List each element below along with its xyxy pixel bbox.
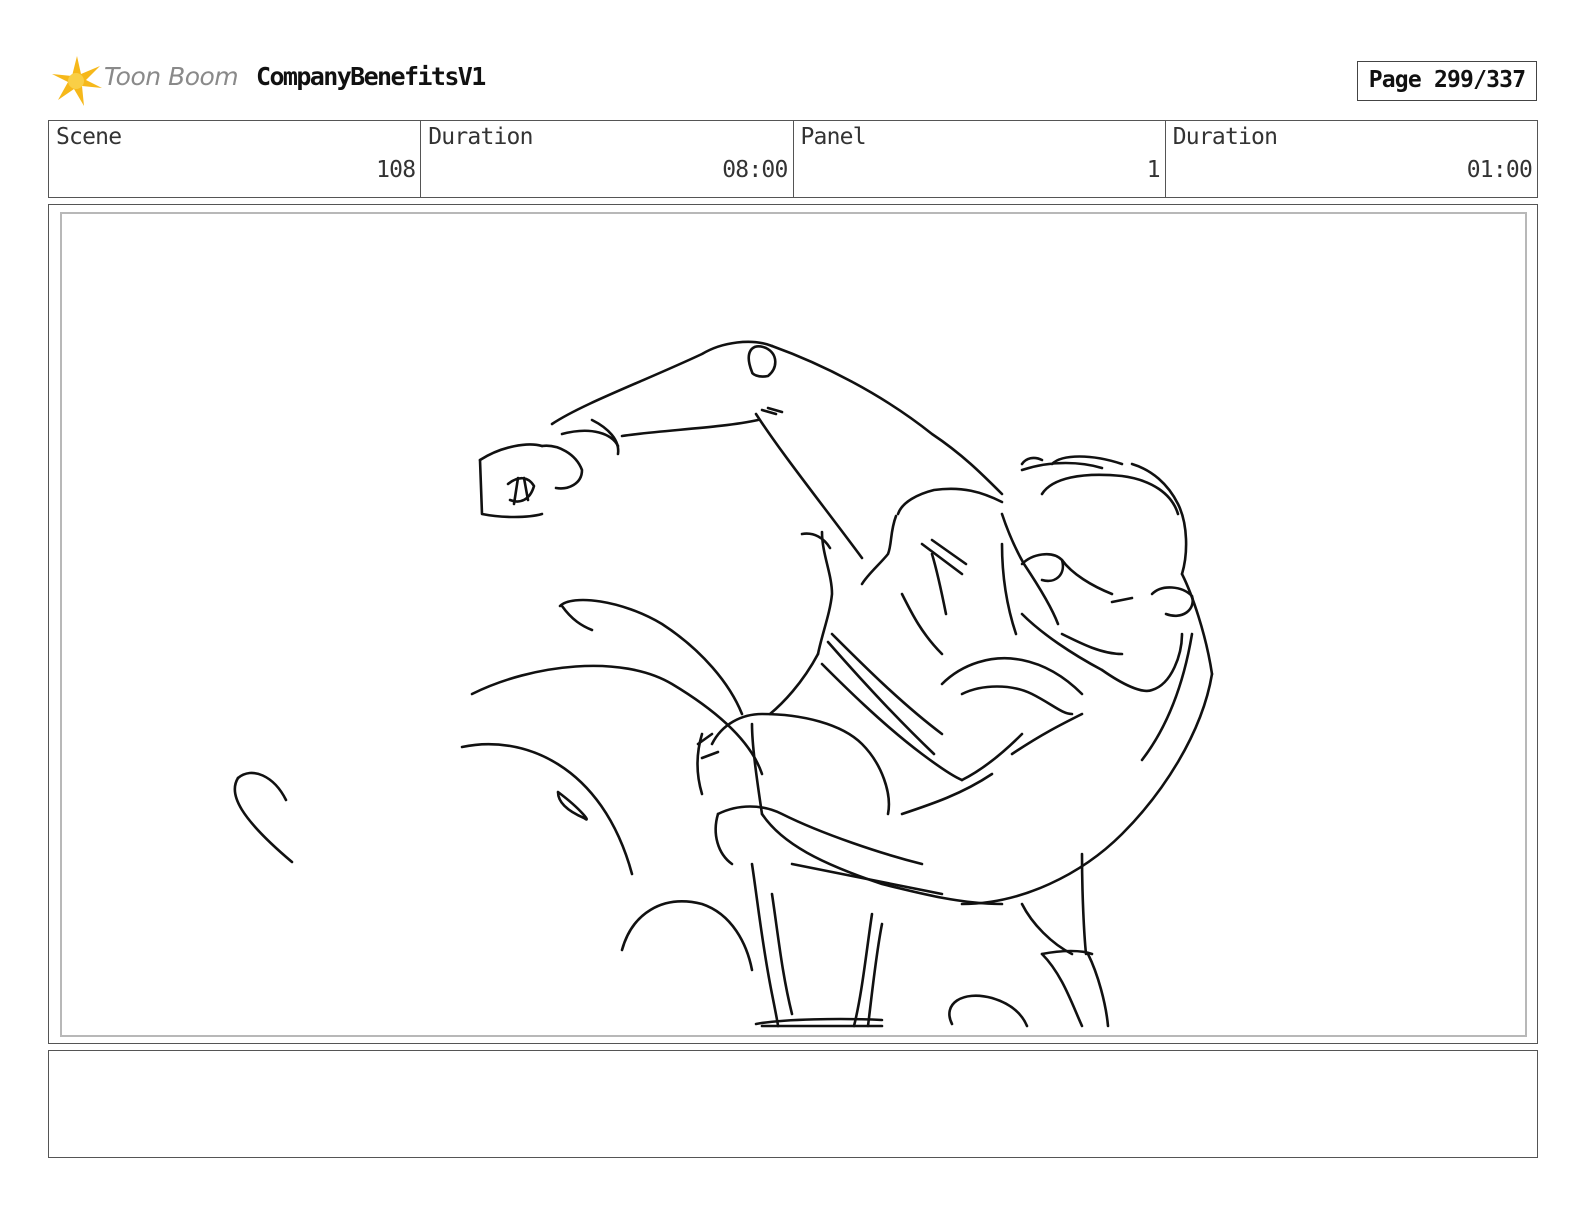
starburst-icon bbox=[52, 56, 102, 106]
scene-info-table: Scene 108 Duration 08:00 Panel 1 Duratio… bbox=[48, 120, 1538, 198]
scene-cell: Scene 108 bbox=[49, 121, 422, 197]
panel-duration-value: 01:00 bbox=[1466, 157, 1533, 183]
panel-duration-cell: Duration 01:00 bbox=[1166, 121, 1537, 197]
scene-duration-cell: Duration 08:00 bbox=[421, 121, 794, 197]
notes-area bbox=[48, 1050, 1538, 1158]
panel-duration-label: Duration bbox=[1172, 124, 1278, 150]
storyboard-sketch bbox=[60, 212, 1527, 1037]
scene-duration-value: 08:00 bbox=[722, 157, 788, 183]
scene-value: 108 bbox=[376, 157, 416, 183]
panel-value: 1 bbox=[1146, 157, 1161, 183]
scene-duration-label: Duration bbox=[428, 124, 533, 150]
scene-label: Scene bbox=[56, 124, 122, 150]
project-title: CompanyBenefitsV1 bbox=[256, 62, 486, 91]
logo-text: Toon Boom bbox=[104, 62, 239, 91]
panel-cell: Panel 1 bbox=[794, 121, 1166, 197]
toon-boom-logo: Toon Boom bbox=[50, 54, 240, 108]
panel-label: Panel bbox=[800, 124, 867, 150]
page-indicator: Page 299/337 bbox=[1357, 61, 1537, 101]
